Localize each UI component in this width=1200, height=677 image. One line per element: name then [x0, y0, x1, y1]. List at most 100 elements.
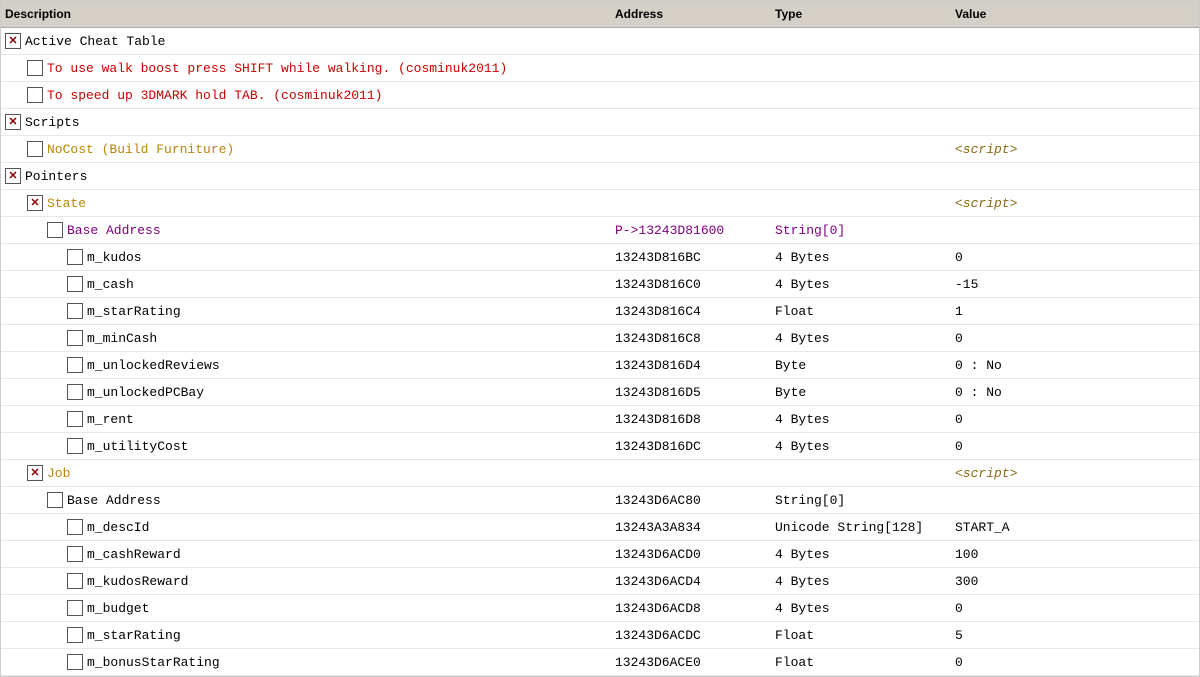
- col-name-m-desc-id: m_descId: [5, 519, 615, 535]
- checkbox-state[interactable]: [27, 195, 43, 211]
- label-m-rent: m_rent: [87, 412, 134, 427]
- col-name-m-cash: m_cash: [5, 276, 615, 292]
- value-m-unlocked-reviews: 0 : No: [955, 358, 1195, 373]
- table-row[interactable]: m_starRating13243D816C4Float1: [1, 298, 1199, 325]
- checkbox-m-kudos[interactable]: [67, 249, 83, 265]
- checkbox-m-desc-id[interactable]: [67, 519, 83, 535]
- table-row[interactable]: m_unlockedPCBay13243D816D5Byte0 : No: [1, 379, 1199, 406]
- type-m-cash-reward: 4 Bytes: [775, 547, 955, 562]
- table-row[interactable]: To use walk boost press SHIFT while walk…: [1, 55, 1199, 82]
- checkbox-job[interactable]: [27, 465, 43, 481]
- col-name-m-utility-cost: m_utilityCost: [5, 438, 615, 454]
- value-m-star-rating: 1: [955, 304, 1195, 319]
- checkbox-speed-up-3dmark[interactable]: [27, 87, 43, 103]
- addr-m-cash-reward: 13243D6ACD0: [615, 547, 775, 562]
- value-m-bonus-star-rating: 0: [955, 655, 1195, 670]
- checkbox-m-star-rating-job[interactable]: [67, 627, 83, 643]
- table-row[interactable]: m_cashReward 13243D6ACD04 Bytes100: [1, 541, 1199, 568]
- checkbox-m-min-cash[interactable]: [67, 330, 83, 346]
- label-m-desc-id: m_descId: [87, 520, 149, 535]
- addr-job-base-address: 13243D6AC80: [615, 493, 775, 508]
- table-row[interactable]: m_unlockedReviews13243D816D4Byte0 : No: [1, 352, 1199, 379]
- label-scripts: Scripts: [25, 115, 80, 130]
- label-m-kudos: m_kudos: [87, 250, 142, 265]
- checkbox-m-unlocked-pcbay[interactable]: [67, 384, 83, 400]
- value-state: <script>: [955, 196, 1195, 211]
- value-m-desc-id: START_A: [955, 520, 1195, 535]
- table-row[interactable]: Pointers: [1, 163, 1199, 190]
- col-name-m-budget: m_budget: [5, 600, 615, 616]
- checkbox-m-utility-cost[interactable]: [67, 438, 83, 454]
- checkbox-scripts[interactable]: [5, 114, 21, 130]
- checkbox-active-cheat-table[interactable]: [5, 33, 21, 49]
- col-name-state-base-address: Base Address: [5, 222, 615, 238]
- value-job: <script>: [955, 466, 1195, 481]
- checkbox-m-kudos-reward[interactable]: [67, 573, 83, 589]
- checkbox-m-cash[interactable]: [67, 276, 83, 292]
- checkbox-state-base-address[interactable]: [47, 222, 63, 238]
- table-row[interactable]: To speed up 3DMARK hold TAB. (cosminuk20…: [1, 82, 1199, 109]
- col-name-m-unlocked-reviews: m_unlockedReviews: [5, 357, 615, 373]
- label-m-unlocked-pcbay: m_unlockedPCBay: [87, 385, 204, 400]
- checkbox-m-star-rating[interactable]: [67, 303, 83, 319]
- type-m-unlocked-pcbay: Byte: [775, 385, 955, 400]
- col-name-pointers: Pointers: [5, 168, 615, 184]
- col-name-m-unlocked-pcbay: m_unlockedPCBay: [5, 384, 615, 400]
- checkbox-pointers[interactable]: [5, 168, 21, 184]
- type-state-base-address: String[0]: [775, 223, 955, 238]
- table-row[interactable]: m_kudos13243D816BC4 Bytes0: [1, 244, 1199, 271]
- table-row[interactable]: m_budget13243D6ACD84 Bytes0: [1, 595, 1199, 622]
- value-m-cash-reward: 100: [955, 547, 1195, 562]
- label-speed-up-3dmark: To speed up 3DMARK hold TAB. (cosminuk20…: [47, 88, 382, 103]
- type-m-kudos: 4 Bytes: [775, 250, 955, 265]
- col-name-m-bonus-star-rating: m_bonusStarRating: [5, 654, 615, 670]
- table-row[interactable]: m_starRating13243D6ACDCFloat5: [1, 622, 1199, 649]
- checkbox-job-base-address[interactable]: [47, 492, 63, 508]
- table-row[interactable]: Base AddressP->13243D81600String[0]: [1, 217, 1199, 244]
- table-row[interactable]: NoCost (Build Furniture)<script>: [1, 136, 1199, 163]
- table-row[interactable]: Job <script>: [1, 460, 1199, 487]
- table-row[interactable]: m_rent13243D816D84 Bytes0: [1, 406, 1199, 433]
- label-active-cheat-table: Active Cheat Table: [25, 34, 165, 49]
- table-row[interactable]: Scripts: [1, 109, 1199, 136]
- col-name-scripts: Scripts: [5, 114, 615, 130]
- label-m-cash: m_cash: [87, 277, 134, 292]
- table-row[interactable]: State <script>: [1, 190, 1199, 217]
- col-name-job: Job: [5, 465, 615, 481]
- value-m-kudos: 0: [955, 250, 1195, 265]
- label-no-cost: NoCost (Build Furniture): [47, 142, 234, 157]
- table-row[interactable]: m_cash13243D816C04 Bytes-15: [1, 271, 1199, 298]
- addr-m-star-rating-job: 13243D6ACDC: [615, 628, 775, 643]
- header-type: Type: [775, 7, 955, 21]
- label-m-kudos-reward: m_kudosReward: [87, 574, 188, 589]
- checkbox-m-unlocked-reviews[interactable]: [67, 357, 83, 373]
- table-row[interactable]: m_kudosReward13243D6ACD44 Bytes300: [1, 568, 1199, 595]
- table-row[interactable]: m_descId13243A3A834Unicode String[128]ST…: [1, 514, 1199, 541]
- label-state: State: [47, 196, 86, 211]
- table-row[interactable]: Base Address13243D6AC80String[0]: [1, 487, 1199, 514]
- type-m-min-cash: 4 Bytes: [775, 331, 955, 346]
- type-m-cash: 4 Bytes: [775, 277, 955, 292]
- table-row[interactable]: m_minCash13243D816C84 Bytes0: [1, 325, 1199, 352]
- type-m-utility-cost: 4 Bytes: [775, 439, 955, 454]
- script-tag-job: <script>: [955, 466, 1017, 481]
- checkbox-m-cash-reward[interactable]: [67, 546, 83, 562]
- checkbox-m-bonus-star-rating[interactable]: [67, 654, 83, 670]
- table-row[interactable]: m_bonusStarRating13243D6ACE0Float0: [1, 649, 1199, 676]
- label-m-budget: m_budget: [87, 601, 149, 616]
- label-pointers: Pointers: [25, 169, 87, 184]
- checkbox-walk-boost[interactable]: [27, 60, 43, 76]
- addr-m-utility-cost: 13243D816DC: [615, 439, 775, 454]
- label-m-cash-reward: m_cashReward: [87, 547, 181, 562]
- checkbox-m-budget[interactable]: [67, 600, 83, 616]
- checkbox-no-cost[interactable]: [27, 141, 43, 157]
- col-name-active-cheat-table: Active Cheat Table: [5, 33, 615, 49]
- table-row[interactable]: m_utilityCost13243D816DC4 Bytes0: [1, 433, 1199, 460]
- table-row[interactable]: Active Cheat Table: [1, 28, 1199, 55]
- label-state-base-address: Base Address: [67, 223, 161, 238]
- col-name-m-kudos: m_kudos: [5, 249, 615, 265]
- label-m-min-cash: m_minCash: [87, 331, 157, 346]
- col-name-no-cost: NoCost (Build Furniture): [5, 141, 615, 157]
- value-m-utility-cost: 0: [955, 439, 1195, 454]
- checkbox-m-rent[interactable]: [67, 411, 83, 427]
